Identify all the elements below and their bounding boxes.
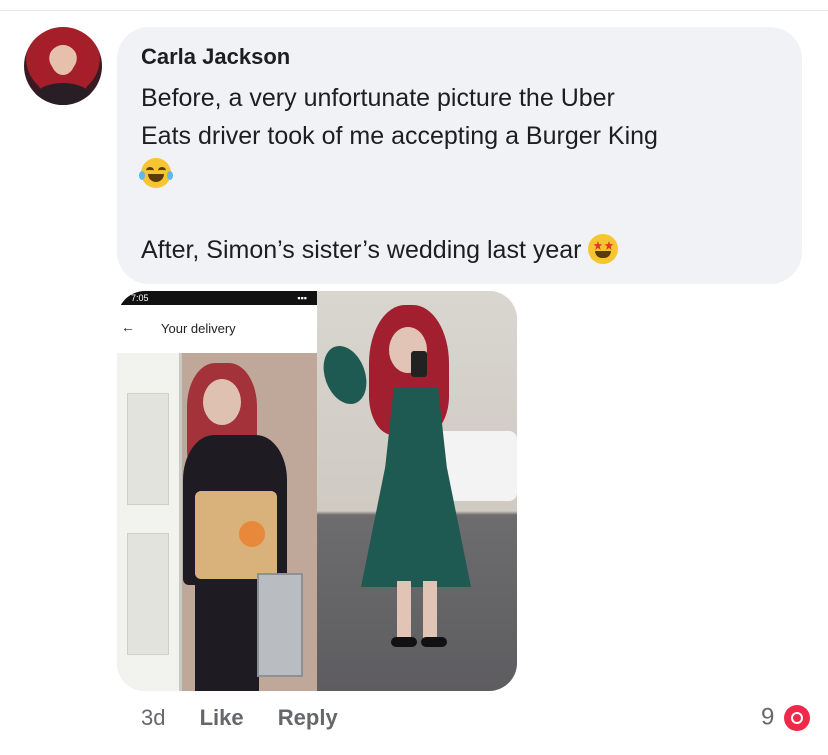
bag-logo-icon (239, 521, 265, 547)
doorway-scene (117, 353, 317, 691)
after-photo (315, 291, 517, 691)
comment-text-after: After, Simon’s sister’s wedding last yea… (141, 236, 582, 264)
person-leg (423, 581, 437, 641)
shoe (391, 637, 417, 647)
person-face (203, 379, 241, 425)
comment-photo[interactable]: 7:05 ▪▪▪ ← Your delivery (117, 291, 517, 691)
divider (0, 10, 828, 11)
avatar-face (51, 45, 75, 75)
comment-age[interactable]: 3d (141, 705, 165, 730)
suitcase (257, 573, 303, 677)
phone (411, 351, 427, 377)
love-icon (784, 704, 810, 731)
reaction-summary[interactable]: 9 (761, 702, 810, 732)
comment-text-line: Eats driver took of me accepting a Burge… (141, 122, 658, 150)
takeaway-bag (195, 491, 277, 579)
comment-author[interactable]: Carla Jackson (141, 43, 778, 71)
person-legs (195, 583, 259, 691)
back-arrow-icon: ← (121, 319, 135, 335)
person-arm (315, 339, 375, 411)
comment-text-line: Before, a very unfortunate picture the U… (141, 84, 615, 112)
comment-text: Before, a very unfortunate picture the U… (139, 79, 778, 269)
like-button[interactable]: Like (200, 705, 244, 730)
avatar-shirt (34, 83, 92, 105)
comment-actions: 3d Like Reply (141, 704, 366, 732)
avatar[interactable] (24, 27, 102, 105)
person-leg (397, 581, 411, 641)
signal-icon: ▪▪▪ (297, 293, 307, 303)
phone-status-bar: 7:05 ▪▪▪ (117, 291, 317, 305)
before-photo: 7:05 ▪▪▪ ← Your delivery (117, 291, 317, 691)
app-header: ← Your delivery (117, 305, 317, 354)
comment-text-line (139, 155, 778, 193)
laughing-emoji-icon (139, 158, 173, 188)
door (117, 353, 182, 691)
reply-button[interactable]: Reply (278, 705, 338, 730)
comment-text-line: After, Simon’s sister’s wedding last yea… (141, 231, 778, 269)
status-time: 7:05 (131, 293, 149, 303)
reaction-count: 9 (760, 703, 775, 731)
app-header-title: Your delivery (161, 321, 236, 336)
comment-bubble: Carla Jackson Before, a very unfortunate… (117, 27, 802, 284)
shoe (421, 637, 447, 647)
star-struck-emoji-icon (588, 234, 619, 264)
